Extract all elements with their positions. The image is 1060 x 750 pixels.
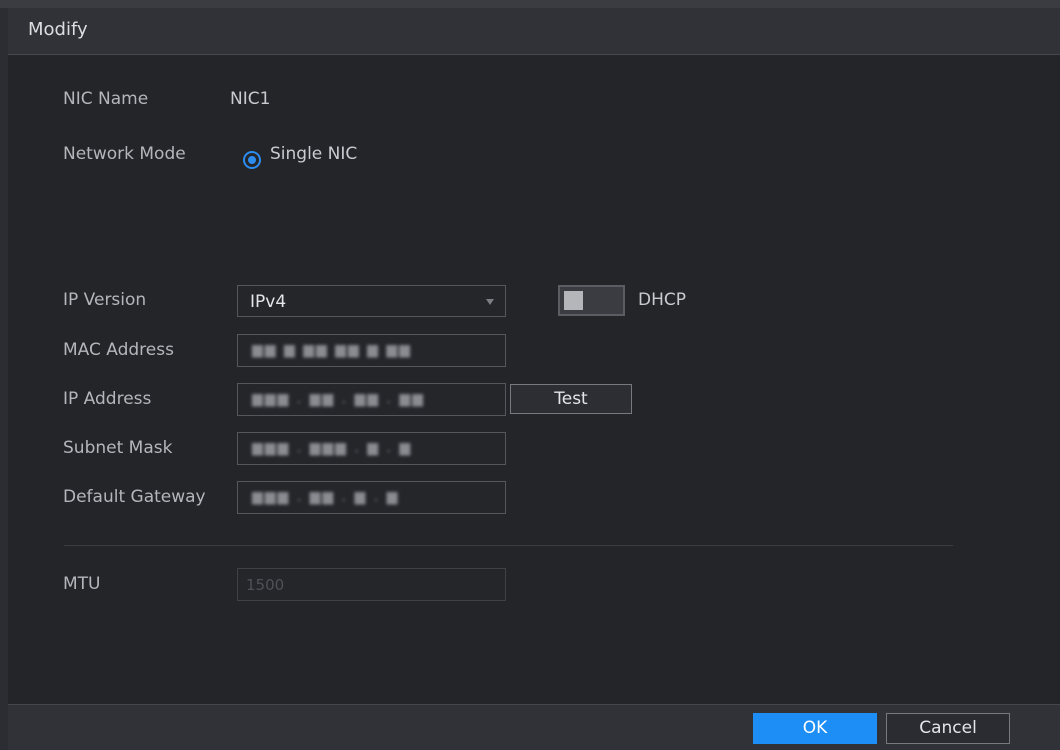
dhcp-label: DHCP: [638, 290, 686, 310]
dialog-footer: OK Cancel: [8, 704, 1060, 750]
dialog-title-bar: Modify: [8, 8, 1060, 55]
network-mode-label: Network Mode: [63, 144, 186, 164]
mac-address-field: ▆▆ ▆ ▆▆ ▆▆ ▆ ▆▆: [237, 334, 506, 367]
single-nic-label[interactable]: Single NIC: [270, 144, 357, 164]
default-gateway-label: Default Gateway: [63, 487, 206, 507]
dropdown-arrow-icon: [486, 299, 494, 305]
ip-address-input[interactable]: ▆▆▆ . ▆▆ . ▆▆ . ▆▆: [237, 383, 506, 416]
ip-version-label: IP Version: [63, 290, 147, 310]
single-nic-radio[interactable]: [243, 151, 261, 169]
ok-button[interactable]: OK: [753, 713, 877, 744]
nic-name-value: NIC1: [230, 89, 271, 109]
default-gateway-input[interactable]: ▆▆▆ . ▆▆ . ▆ . ▆: [237, 481, 506, 514]
subnet-mask-label: Subnet Mask: [63, 438, 173, 458]
mtu-input: 1500: [237, 568, 506, 601]
cancel-button[interactable]: Cancel: [886, 713, 1010, 744]
section-divider: [64, 545, 953, 546]
mtu-placeholder: 1500: [246, 576, 285, 594]
mtu-label: MTU: [63, 574, 101, 594]
subnet-mask-input[interactable]: ▆▆▆ . ▆▆▆ . ▆ . ▆: [237, 432, 506, 465]
ip-address-label: IP Address: [63, 389, 152, 409]
modify-dialog: Modify NIC Name NIC1 Network Mode Single…: [8, 8, 1060, 750]
default-gateway-redacted: ▆▆▆ . ▆▆ . ▆ . ▆: [252, 489, 400, 505]
ip-version-value: IPv4: [250, 292, 287, 312]
dhcp-toggle[interactable]: [558, 285, 625, 316]
mac-address-label: MAC Address: [63, 340, 174, 360]
nic-name-label: NIC Name: [63, 89, 149, 109]
test-button[interactable]: Test: [510, 384, 632, 414]
subnet-mask-redacted: ▆▆▆ . ▆▆▆ . ▆ . ▆: [252, 440, 413, 456]
ip-version-select[interactable]: IPv4: [237, 285, 506, 317]
top-strip: [0, 0, 1060, 8]
ip-address-redacted: ▆▆▆ . ▆▆ . ▆▆ . ▆▆: [252, 391, 425, 407]
mac-address-redacted: ▆▆ ▆ ▆▆ ▆▆ ▆ ▆▆: [252, 342, 412, 358]
dhcp-toggle-knob: [564, 291, 583, 310]
dialog-title: Modify: [28, 19, 88, 40]
